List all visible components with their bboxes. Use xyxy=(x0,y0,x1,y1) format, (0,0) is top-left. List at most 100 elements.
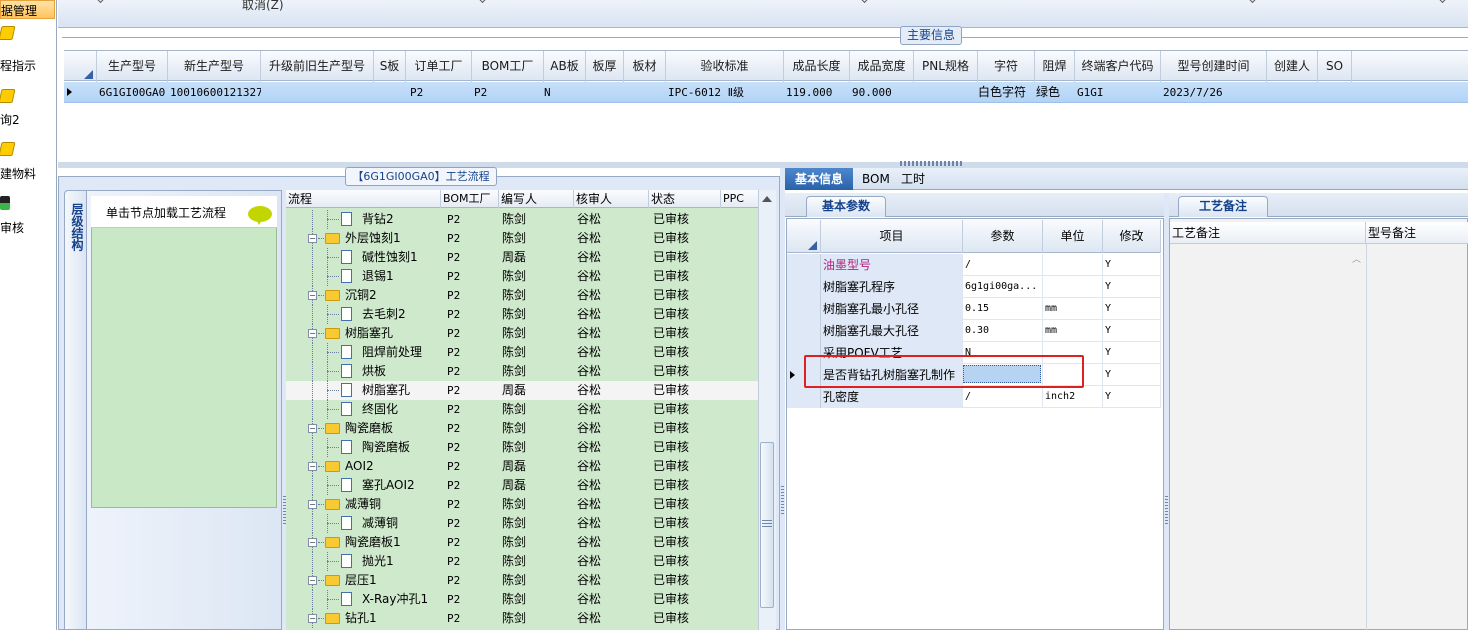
collapse-icon[interactable]: − xyxy=(308,500,317,509)
column-header[interactable]: 升级前旧生产型号 xyxy=(261,51,374,82)
table-cell[interactable]: N xyxy=(542,82,584,103)
nav-item-process-instruction[interactable]: 程指示 xyxy=(0,57,36,74)
column-header[interactable]: AB板 xyxy=(544,51,586,82)
param-row[interactable]: 树脂塞孔最小孔径 0.15 mm Y xyxy=(787,298,1161,320)
collapse-icon[interactable]: − xyxy=(308,329,317,338)
column-header[interactable]: 参数 xyxy=(963,220,1043,253)
column-header[interactable]: BOM工厂 xyxy=(472,51,544,82)
column-header[interactable]: 核审人 xyxy=(574,190,649,208)
table-cell[interactable] xyxy=(624,82,666,103)
tab-bom[interactable]: BOM xyxy=(862,168,890,190)
collapse-icon[interactable]: − xyxy=(308,234,317,243)
tree-row[interactable]: X-Ray冲孔1 P2 陈剑 谷松 已审核 xyxy=(286,590,758,609)
column-header[interactable]: 单位 xyxy=(1043,220,1103,253)
collapse-icon[interactable]: − xyxy=(308,291,317,300)
param-row[interactable]: 树脂塞孔最大孔径 0.30 mm Y xyxy=(787,320,1161,342)
tree-row[interactable]: 阻焊前处理 P2 陈剑 谷松 已审核 xyxy=(286,343,758,362)
scroll-up-icon[interactable]: ︿ xyxy=(1352,252,1361,265)
table-row[interactable]: 6G1GI00GA0 10010600121327 P2 P2 N IPC-60… xyxy=(64,82,1468,103)
cancel-button[interactable]: 取消(Z) xyxy=(242,0,284,13)
tree-row[interactable]: 碱性蚀刻1 P2 周磊 谷松 已审核 xyxy=(286,248,758,267)
tree-row[interactable]: − 陶瓷磨板1 P2 陈剑 谷松 已审核 xyxy=(286,533,758,552)
table-cell[interactable] xyxy=(261,82,374,103)
tree-row[interactable]: − 外层蚀刻1 P2 陈剑 谷松 已审核 xyxy=(286,229,758,248)
column-header[interactable]: 字符 xyxy=(978,51,1035,82)
tree-row[interactable]: 去毛刺2 P2 陈剑 谷松 已审核 xyxy=(286,305,758,324)
nav-item-query-2[interactable]: 询2 xyxy=(0,111,20,128)
collapse-icon[interactable]: − xyxy=(308,614,317,623)
param-cell-param[interactable]: 0.15 xyxy=(963,298,1043,320)
tree-row[interactable]: − 树脂塞孔 P2 陈剑 谷松 已审核 xyxy=(286,324,758,343)
column-header[interactable]: PPC xyxy=(721,190,761,208)
collapse-icon[interactable]: − xyxy=(308,538,317,547)
row-selector[interactable] xyxy=(787,298,821,320)
column-header[interactable]: 生产型号 xyxy=(97,51,168,82)
nav-item-review[interactable]: 审核 xyxy=(0,219,24,236)
table-cell[interactable]: 2023/7/26 xyxy=(1161,82,1267,103)
nav-item-create-material[interactable]: 建物料 xyxy=(0,165,36,182)
param-cell-param[interactable]: / xyxy=(963,254,1043,276)
tree-row[interactable]: − 减薄铜 P2 陈剑 谷松 已审核 xyxy=(286,495,758,514)
table-cell[interactable]: 绿色 xyxy=(1034,82,1075,103)
column-header[interactable]: 编写人 xyxy=(499,190,574,208)
tree-row[interactable]: − 陶瓷磨板 P2 陈剑 谷松 已审核 xyxy=(286,419,758,438)
column-header[interactable]: 终端客户代码 xyxy=(1075,51,1161,82)
column-header[interactable]: PNL规格 xyxy=(914,51,978,82)
table-cell[interactable] xyxy=(586,82,624,103)
column-header[interactable]: SO xyxy=(1318,51,1352,82)
column-header[interactable]: 型号创建时间 xyxy=(1161,51,1267,82)
scroll-up-icon[interactable] xyxy=(762,196,772,202)
divider-grip-icon[interactable] xyxy=(1165,496,1168,526)
table-cell[interactable]: IPC-6012 Ⅱ级 xyxy=(666,82,784,103)
column-header[interactable]: 工艺备注 xyxy=(1170,222,1366,244)
param-row[interactable]: 孔密度 / inch2 Y xyxy=(787,386,1161,408)
table-cell[interactable] xyxy=(914,82,978,103)
param-cell-param[interactable]: 0.30 xyxy=(963,320,1043,342)
tab-basic-params[interactable]: 基本参数 xyxy=(806,196,886,217)
column-header[interactable]: 修改 xyxy=(1103,220,1161,253)
tree-row[interactable]: 塞孔AOI2 P2 周磊 谷松 已审核 xyxy=(286,476,758,495)
tab-basic-info[interactable]: 基本信息 xyxy=(785,168,853,190)
param-cell-param[interactable]: 6g1gi00ga... xyxy=(963,276,1043,298)
row-selector[interactable] xyxy=(787,276,821,298)
param-cell-param[interactable]: / xyxy=(963,386,1043,408)
tree-row[interactable]: − 钻孔1 P2 陈剑 谷松 已审核 xyxy=(286,609,758,628)
param-row[interactable]: 油墨型号 / Y xyxy=(787,254,1161,276)
column-header[interactable]: 验收标准 xyxy=(666,51,784,82)
table-cell[interactable]: 6G1GI00GA0 xyxy=(97,82,168,103)
column-header[interactable]: 成品长度 xyxy=(784,51,850,82)
table-cell[interactable]: P2 xyxy=(408,82,472,103)
column-header[interactable]: 板材 xyxy=(624,51,666,82)
table-cell[interactable] xyxy=(1267,82,1318,103)
tree-row[interactable]: 退锡1 P2 陈剑 谷松 已审核 xyxy=(286,267,758,286)
table-cell[interactable]: 90.000 xyxy=(850,82,914,103)
collapse-icon[interactable]: − xyxy=(308,576,317,585)
row-selector[interactable] xyxy=(787,254,821,276)
nav-item-data-management[interactable]: 据管理 xyxy=(0,0,55,19)
column-header[interactable]: 创建人 xyxy=(1267,51,1318,82)
tree-row[interactable]: 树脂塞孔 P2 周磊 谷松 已审核 xyxy=(286,381,758,400)
column-header[interactable]: 成品宽度 xyxy=(850,51,914,82)
param-row[interactable]: 树脂塞孔程序 6g1gi00ga... Y xyxy=(787,276,1161,298)
tab-work-hours[interactable]: 工时 xyxy=(901,168,925,190)
tree-row[interactable]: − 沉铜2 P2 陈剑 谷松 已审核 xyxy=(286,286,758,305)
collapse-icon[interactable]: − xyxy=(308,462,317,471)
column-header[interactable]: 板厚 xyxy=(586,51,624,82)
splitter-grip-icon[interactable] xyxy=(900,161,964,166)
row-selector[interactable] xyxy=(787,320,821,342)
tab-hierarchy[interactable]: 层级结构 xyxy=(64,190,86,630)
column-header[interactable]: 订单工厂 xyxy=(406,51,472,82)
column-header[interactable]: 状态 xyxy=(649,190,721,208)
tree-row[interactable]: 减薄铜 P2 陈剑 谷松 已审核 xyxy=(286,514,758,533)
tree-row[interactable]: 抛光1 P2 陈剑 谷松 已审核 xyxy=(286,552,758,571)
panel-divider[interactable] xyxy=(780,168,785,630)
tree-row[interactable]: 烘板 P2 陈剑 谷松 已审核 xyxy=(286,362,758,381)
tree-row[interactable]: 陶瓷磨板 P2 陈剑 谷松 已审核 xyxy=(286,438,758,457)
column-header[interactable]: 流程 xyxy=(286,190,441,208)
tree-row[interactable]: − 层压1 P2 陈剑 谷松 已审核 xyxy=(286,571,758,590)
column-header[interactable]: S板 xyxy=(374,51,406,82)
divider-grip-icon[interactable] xyxy=(781,486,784,516)
table-cell[interactable]: 10010600121327 xyxy=(168,82,261,103)
column-header[interactable]: 型号备注 xyxy=(1366,222,1468,244)
table-cell[interactable] xyxy=(374,82,406,103)
